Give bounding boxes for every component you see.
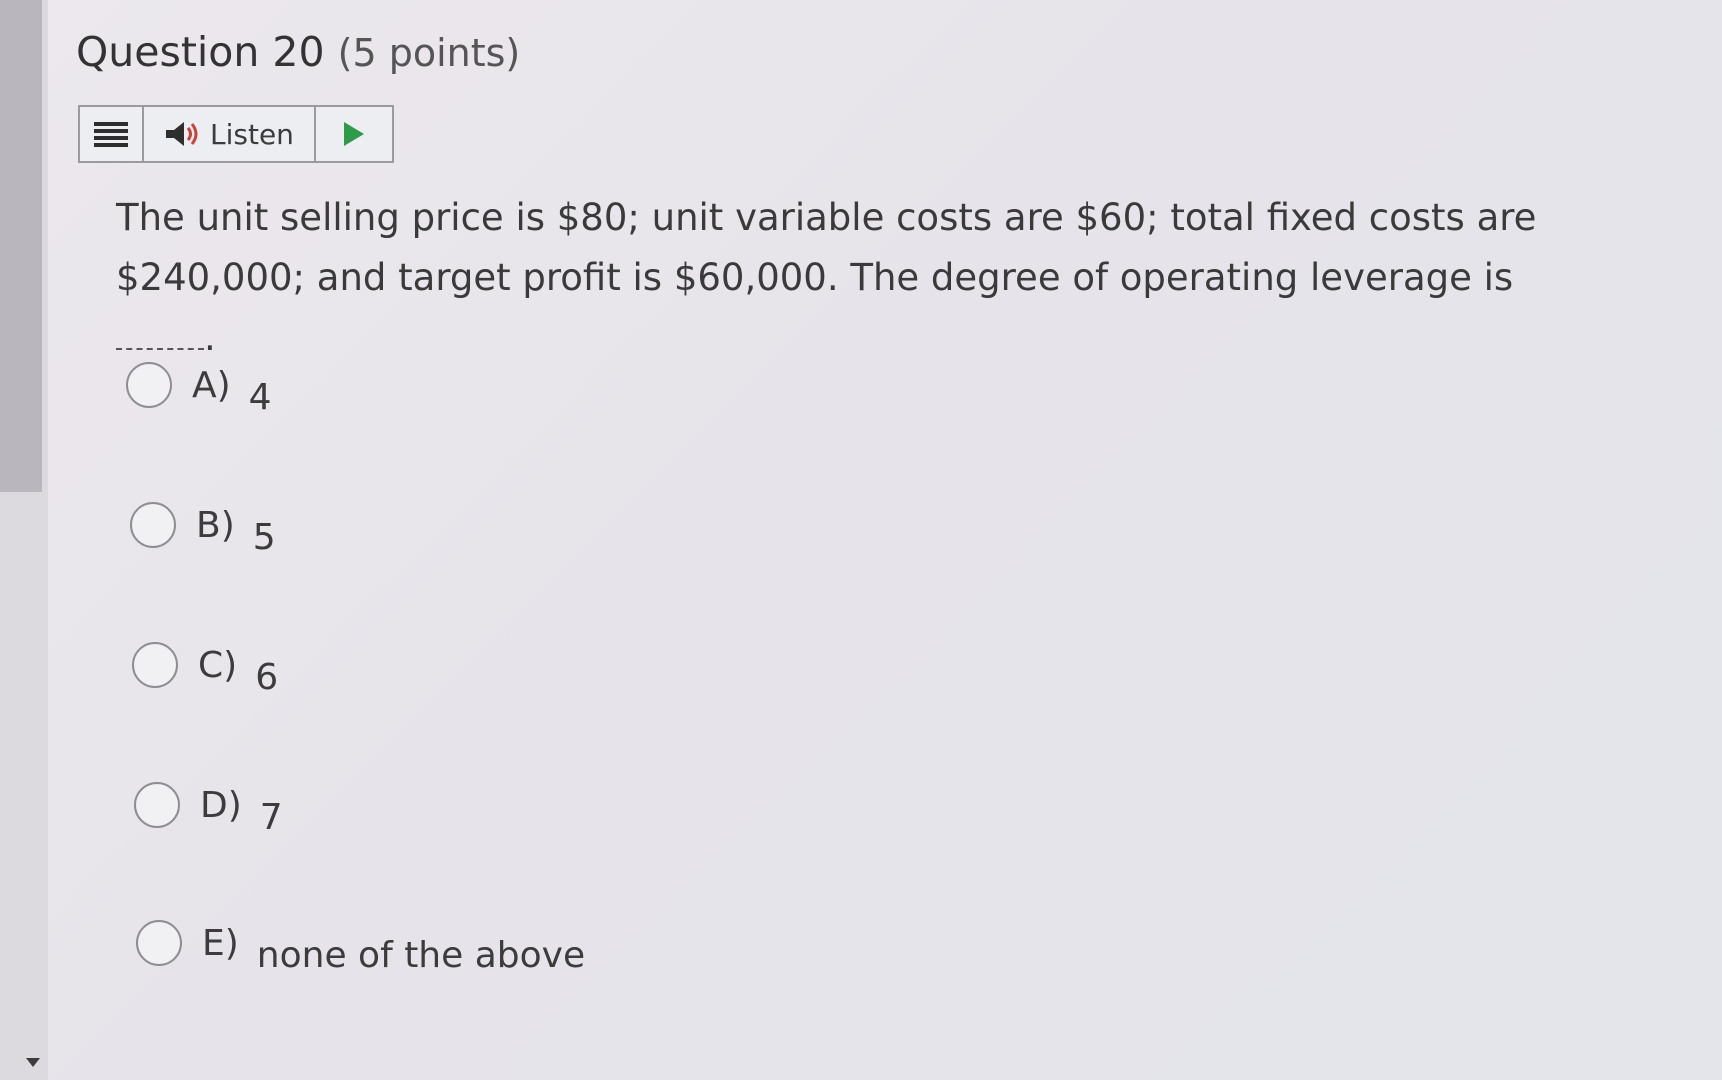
listen-toolbar: Listen xyxy=(78,105,394,163)
option-letter: C) xyxy=(198,644,238,686)
option-text: none of the above xyxy=(256,934,586,976)
radio-button[interactable] xyxy=(126,362,172,408)
question-header: Question 20 (5 points) xyxy=(76,28,520,76)
question-points: (5 points) xyxy=(337,31,521,75)
option-text: 4 xyxy=(248,376,272,418)
option-letter: B) xyxy=(196,504,235,546)
scrollbar-track[interactable] xyxy=(0,0,48,1080)
listen-menu-button[interactable] xyxy=(80,107,144,161)
quiz-page: Question 20 (5 points) Listen The unit s… xyxy=(0,0,1722,1080)
option-e[interactable]: E) none of the above xyxy=(136,920,585,976)
answer-blank xyxy=(116,318,204,350)
radio-button[interactable] xyxy=(132,642,178,688)
option-letter: D) xyxy=(200,784,242,826)
option-a[interactable]: A) 4 xyxy=(126,362,272,418)
play-icon xyxy=(344,122,364,146)
radio-button[interactable] xyxy=(130,502,176,548)
option-letter: A) xyxy=(192,364,231,406)
menu-icon xyxy=(94,122,128,147)
scroll-down-arrow-icon[interactable] xyxy=(26,1058,40,1067)
speaker-icon xyxy=(166,122,198,146)
question-title: Question 20 xyxy=(76,28,325,76)
radio-button[interactable] xyxy=(136,920,182,966)
option-d[interactable]: D) 7 xyxy=(134,782,283,838)
question-body: The unit selling price is $80; unit vari… xyxy=(116,188,1596,368)
option-b[interactable]: B) 5 xyxy=(130,502,276,558)
question-text: The unit selling price is $80; unit vari… xyxy=(116,196,1537,299)
option-letter: E) xyxy=(202,922,239,964)
option-text: 7 xyxy=(259,796,283,838)
option-c[interactable]: C) 6 xyxy=(132,642,278,698)
option-text: 5 xyxy=(252,516,276,558)
scrollbar-thumb[interactable] xyxy=(0,0,42,492)
question-end-punct: . xyxy=(204,316,216,359)
listen-label: Listen xyxy=(210,117,294,151)
radio-button[interactable] xyxy=(134,782,180,828)
listen-button[interactable]: Listen xyxy=(144,107,316,161)
play-button[interactable] xyxy=(316,107,392,161)
option-text: 6 xyxy=(255,656,279,698)
